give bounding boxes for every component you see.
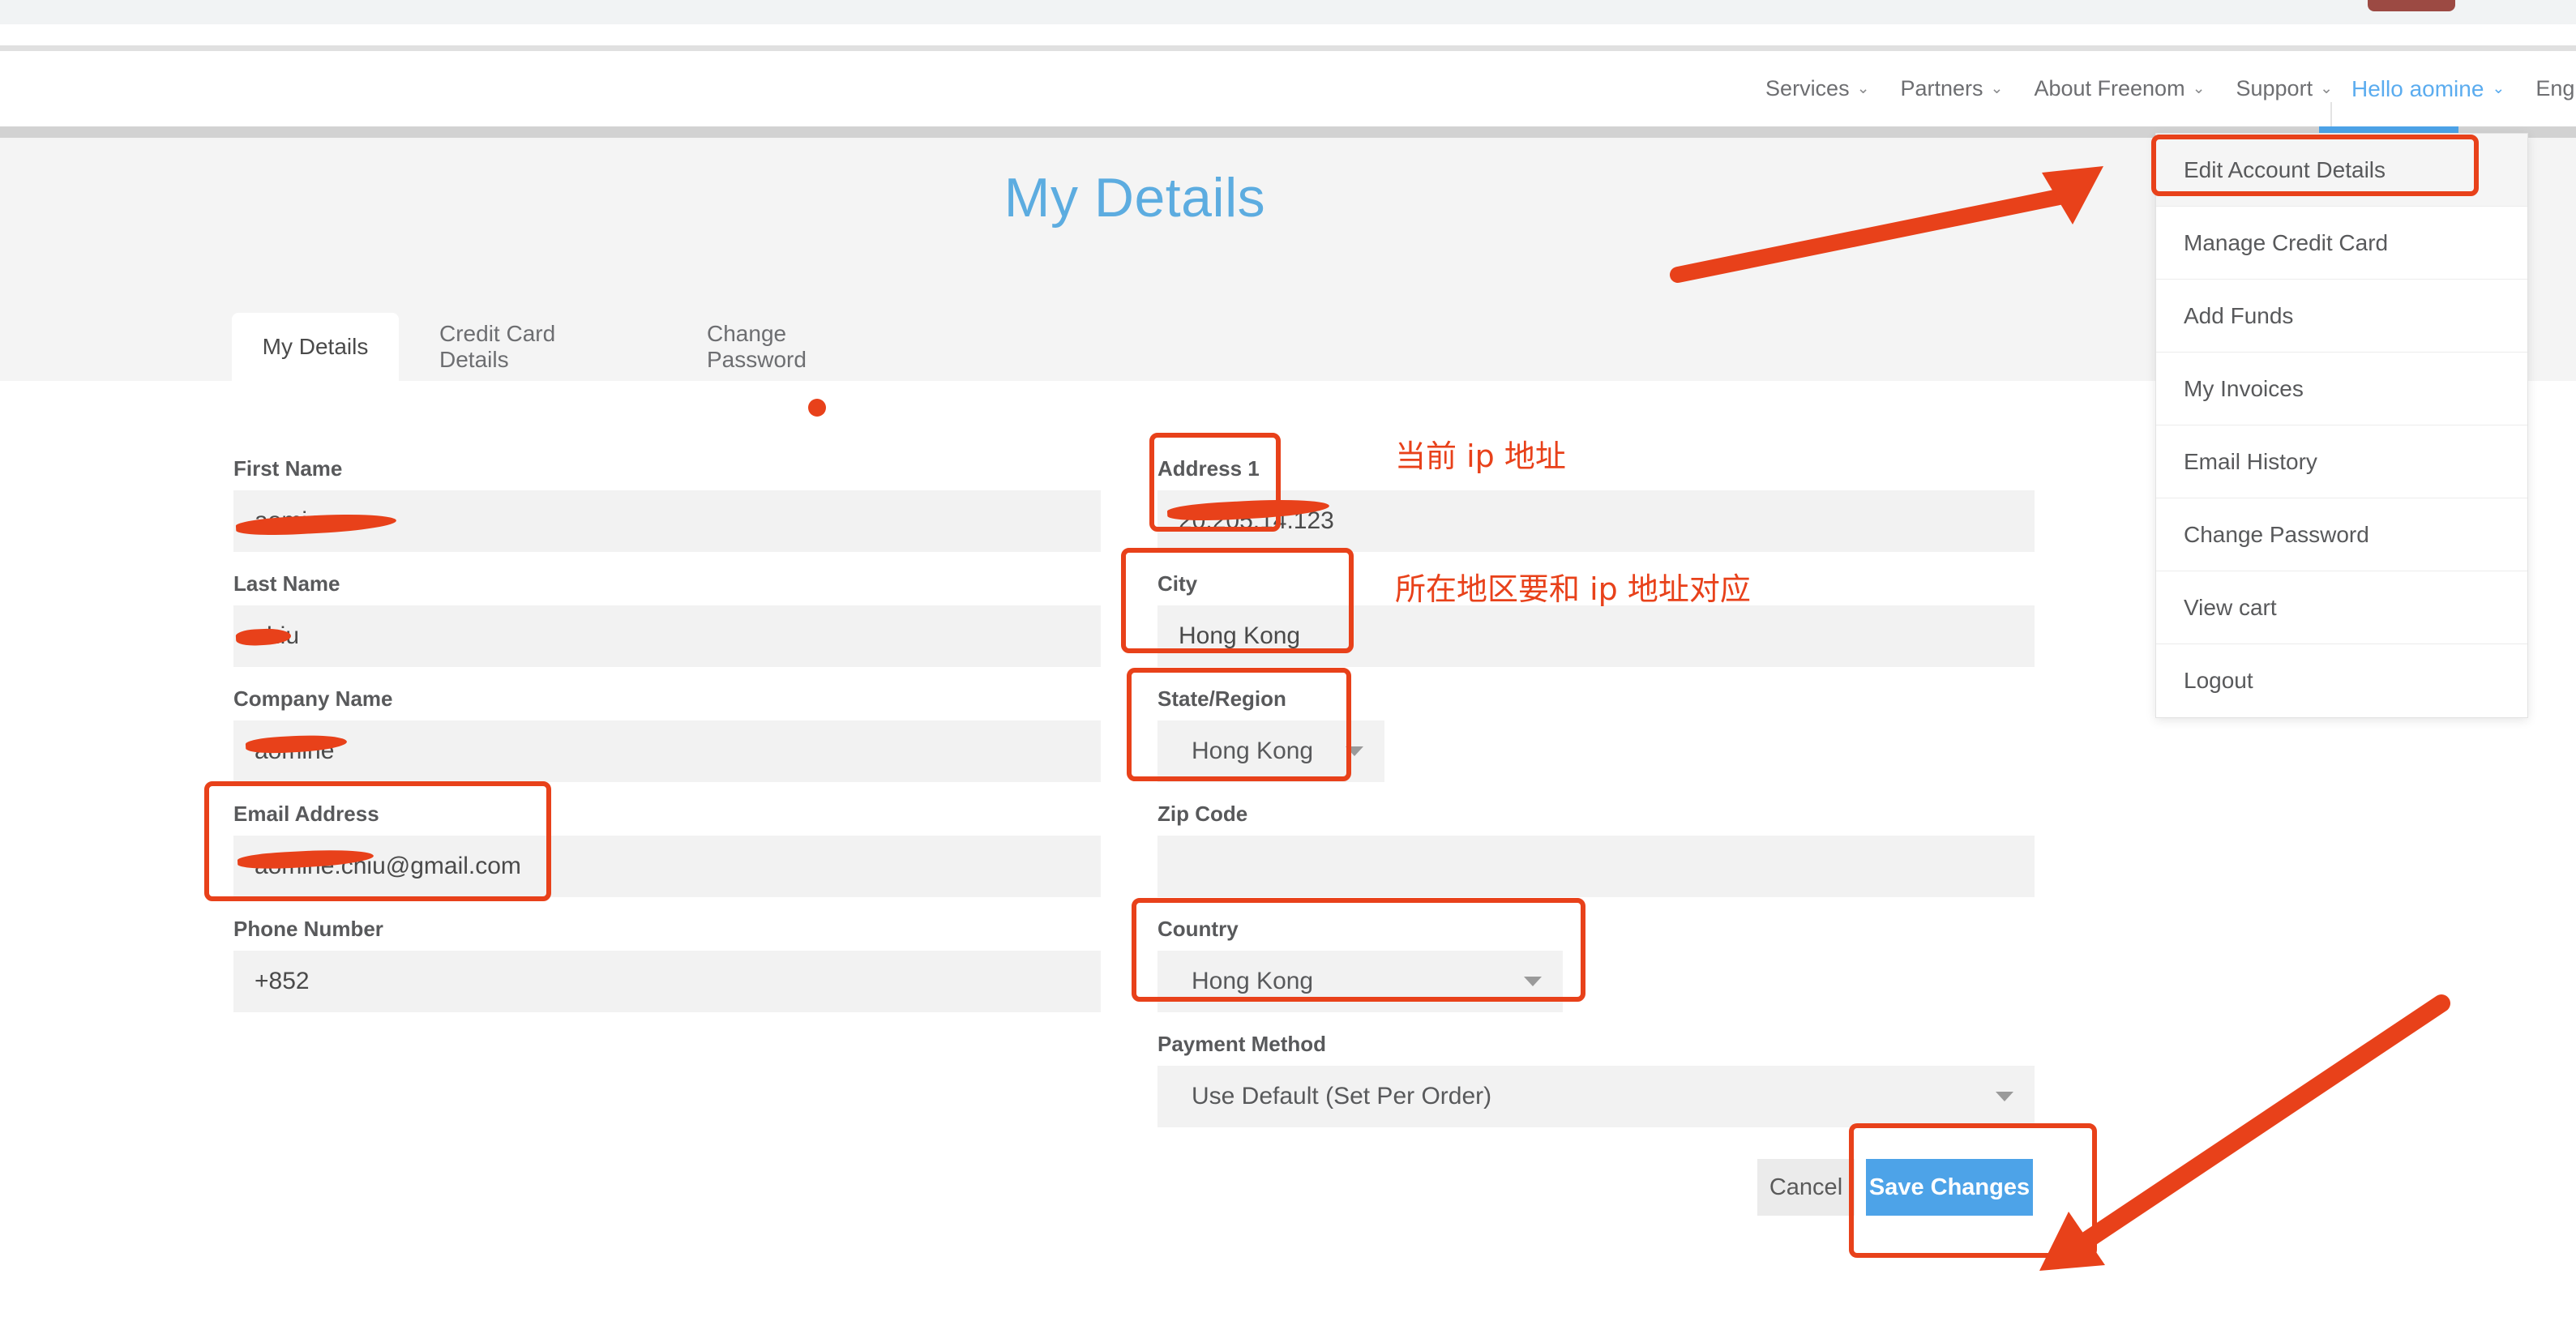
annotation-dot [808,399,826,417]
nav-item-services[interactable]: Services ⌄ [1765,76,1869,101]
address1-label: Address 1 [1157,456,1260,481]
menu-item-label: Logout [2184,668,2253,693]
nav-item-partners[interactable]: Partners ⌄ [1901,76,2004,101]
save-changes-button[interactable]: Save Changes [1866,1159,2033,1216]
menu-item-manage-credit-card[interactable]: Manage Credit Card [2156,207,2527,280]
nav-item-about-freenom[interactable]: About Freenom ⌄ [2034,76,2205,101]
menu-item-label: Change Password [2184,521,2369,547]
browser-tabstrip-bg [0,0,2576,24]
menu-item-email-history[interactable]: Email History [2156,425,2527,498]
menu-item-change-password[interactable]: Change Password [2156,498,2527,571]
phone-number-input[interactable]: +852 [233,951,1101,1012]
city-value: Hong Kong [1179,622,1301,649]
menu-item-my-invoices[interactable]: My Invoices [2156,353,2527,425]
payment-method-value: Use Default (Set Per Order) [1192,1083,1492,1110]
chevron-down-icon: ⌄ [2320,80,2333,97]
site-header: Services ⌄ Partners ⌄ About Freenom ⌄ Su… [0,51,2576,177]
menu-item-logout[interactable]: Logout [2156,644,2527,717]
menu-item-edit-account-details[interactable]: Edit Account Details [2156,134,2527,207]
company-name-label: Company Name [233,686,393,711]
phone-number-label: Phone Number [233,917,383,941]
chevron-down-icon [1996,1092,2013,1101]
company-name-input[interactable]: aomine [233,720,1101,782]
payment-method-label: Payment Method [1157,1032,1327,1056]
main-nav: Services ⌄ Partners ⌄ About Freenom ⌄ Su… [1765,51,2333,126]
account-menu-label: Hello aomine [2351,75,2484,101]
chevron-down-icon [1346,746,1363,756]
chevron-down-icon: ⌄ [1990,80,2004,97]
zip-code-input[interactable] [1157,836,2035,897]
email-address-input[interactable]: aomine.chiu@gmail.com [233,836,1101,897]
nav-item-label: Partners [1900,76,1983,100]
nav-item-support[interactable]: Support ⌄ [2236,76,2334,101]
email-address-label: Email Address [233,802,379,826]
page-title: My Details [1003,167,1266,229]
payment-method-select[interactable]: Use Default (Set Per Order) [1157,1066,2035,1127]
nav-item-label: Services [1765,76,1850,100]
menu-item-label: Email History [2184,448,2317,474]
browser-top-strip [0,0,2576,42]
tab-label: My Details [262,334,369,359]
city-input[interactable]: Hong Kong [1157,605,2035,667]
state-region-label: State/Region [1157,686,1286,711]
annotation-note-ip: 当前 ip 地址 [1395,438,1566,474]
tab-label: Credit Card Details [439,321,556,372]
phone-number-value: +852 [255,968,310,994]
chevron-down-icon [1524,977,1542,986]
tab-label: Change Password [707,321,807,372]
account-menu-trigger[interactable]: Hello aomine ⌄ [2351,76,2505,102]
language-selector[interactable]: Eng [2535,76,2574,101]
last-name-input[interactable]: chiu [233,605,1101,667]
cancel-button[interactable]: Cancel [1757,1159,1855,1216]
annotation-note-region: 所在地区要和 ip 地址对应 [1395,571,1751,607]
last-name-label: Last Name [233,571,340,596]
account-area: Hello aomine ⌄ Eng [2351,51,2574,126]
chevron-down-icon: ⌄ [1856,80,1870,97]
menu-item-label: Edit Account Details [2184,156,2386,182]
first-name-label: First Name [233,456,343,481]
tab-change-password[interactable]: Change Password [681,313,908,381]
state-region-select[interactable]: Hong Kong [1157,720,1384,782]
chevron-down-icon: ⌄ [2192,80,2206,97]
browser-tab-stub[interactable] [2368,0,2455,11]
country-label: Country [1157,917,1239,941]
menu-item-add-funds[interactable]: Add Funds [2156,280,2527,353]
chevron-down-icon: ⌄ [2492,80,2505,97]
nav-item-label: Support [2236,76,2313,100]
tab-credit-card-details[interactable]: Credit Card Details [413,313,657,381]
menu-item-label: Add Funds [2184,302,2294,328]
tab-my-details[interactable]: My Details [232,313,399,381]
menu-item-label: My Invoices [2184,375,2304,401]
browser-toolbar-rule [0,45,2576,51]
menu-item-view-cart[interactable]: View cart [2156,571,2527,644]
country-select[interactable]: Hong Kong [1157,951,1563,1012]
country-value: Hong Kong [1192,968,1314,994]
menu-item-label: View cart [2184,594,2277,620]
state-region-value: Hong Kong [1192,738,1314,764]
nav-item-label: About Freenom [2034,76,2185,100]
zip-code-label: Zip Code [1157,802,1248,826]
city-label: City [1157,571,1198,596]
page-root: Services ⌄ Partners ⌄ About Freenom ⌄ Su… [0,0,2576,1334]
menu-item-label: Manage Credit Card [2184,229,2389,255]
account-dropdown-menu: Edit Account Details Manage Credit Card … [2155,133,2528,718]
